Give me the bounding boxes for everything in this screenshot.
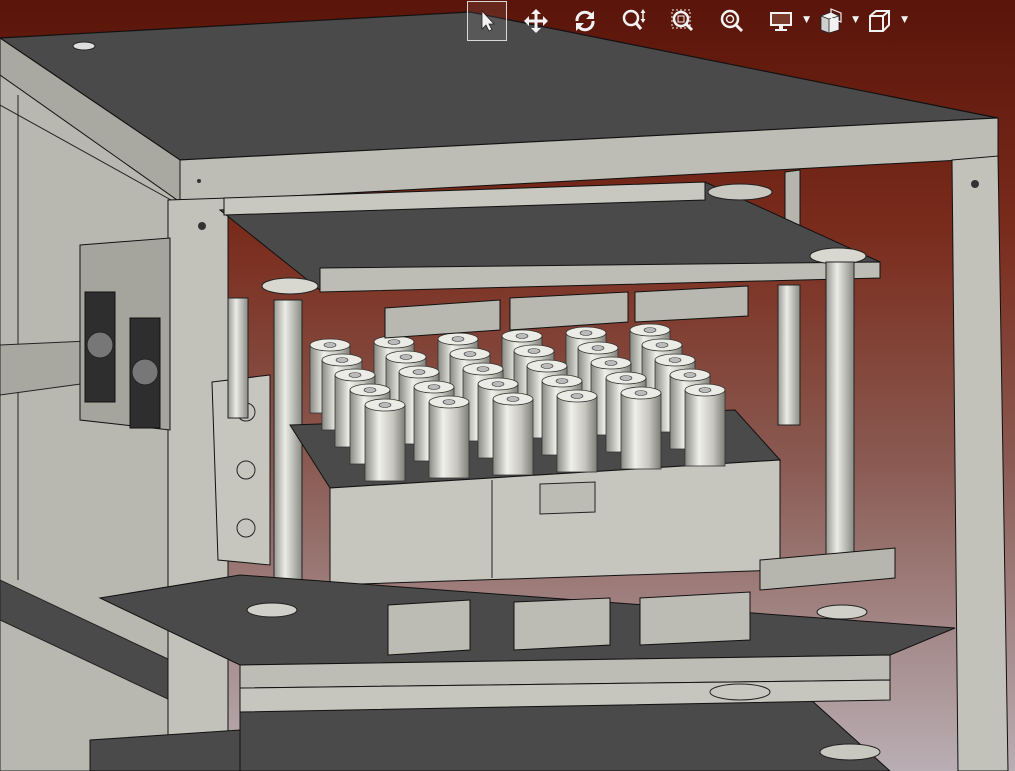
capacitor-terminal [442,399,456,405]
capacitor-terminal [668,357,682,363]
section-cube-icon [820,8,842,34]
capacitor [428,401,470,479]
select-tool-button[interactable] [467,1,507,41]
zoom-box-icon [671,9,694,32]
zoom-fit-tool-button[interactable] [712,1,752,41]
chevron-down-icon: ▼ [852,15,859,25]
zoom-box-tool-button[interactable] [663,1,703,41]
view-toolbar: ▼ ▼ ▼ [467,0,957,42]
capacitor-terminal [604,360,618,366]
capacitor [492,398,534,476]
capacitor-terminal [476,366,490,372]
zoom-fit-icon [720,9,744,33]
chevron-down-icon: ▼ [803,15,810,25]
capacitor-terminal [698,387,712,393]
zoom-updown-icon [622,9,646,30]
rotate-tool-button[interactable] [565,1,605,41]
capacitor-terminal [463,351,477,357]
monitor-icon [770,12,792,31]
capacitor-terminal [491,381,505,387]
capacitor-terminal [619,375,633,381]
section-view-dropdown[interactable]: ▼ [810,1,859,41]
capacitor-terminal [527,348,541,354]
capacitor [556,395,598,473]
arrow-cursor-icon [481,9,495,32]
capacitor-terminal [387,339,401,345]
capacitor-terminal [427,384,441,390]
capacitor [684,389,726,467]
capacitor-terminal [555,378,569,384]
capacitor-terminal [643,327,657,333]
capacitor-terminal [451,336,465,342]
capacitor-terminal [412,369,426,375]
capacitor [620,392,662,470]
upper-mounting-plate [218,181,881,295]
fan-panel [79,237,171,431]
clamp-brackets [384,285,749,339]
display-mode-dropdown[interactable]: ▼ [761,1,810,41]
cube-icon [869,10,890,32]
capacitor-terminal [363,387,377,393]
pan-tool-button[interactable] [516,1,556,41]
chevron-down-icon: ▼ [901,15,908,25]
capacitor-terminal [335,357,349,363]
capacitor-terminal [683,372,697,378]
capacitor-terminal [540,363,554,369]
capacitor-terminal [506,396,520,402]
3d-model-viewport[interactable] [0,0,1015,771]
rotate-icon [575,10,595,32]
view-orientation-dropdown[interactable]: ▼ [859,1,908,41]
capacitor-terminal [570,393,584,399]
capacitor-terminal [591,345,605,351]
capacitor-terminal [515,333,529,339]
capacitor-terminal [579,330,593,336]
capacitor [364,404,406,482]
capacitor-terminal [323,342,337,348]
capacitor-terminal [378,402,392,408]
capacitor-terminal [348,372,362,378]
capacitor-terminal [634,390,648,396]
capacitor-terminal [399,354,413,360]
move-arrows-icon [524,9,548,33]
capacitor-terminal [655,342,669,348]
zoom-tool-button[interactable] [614,1,654,41]
